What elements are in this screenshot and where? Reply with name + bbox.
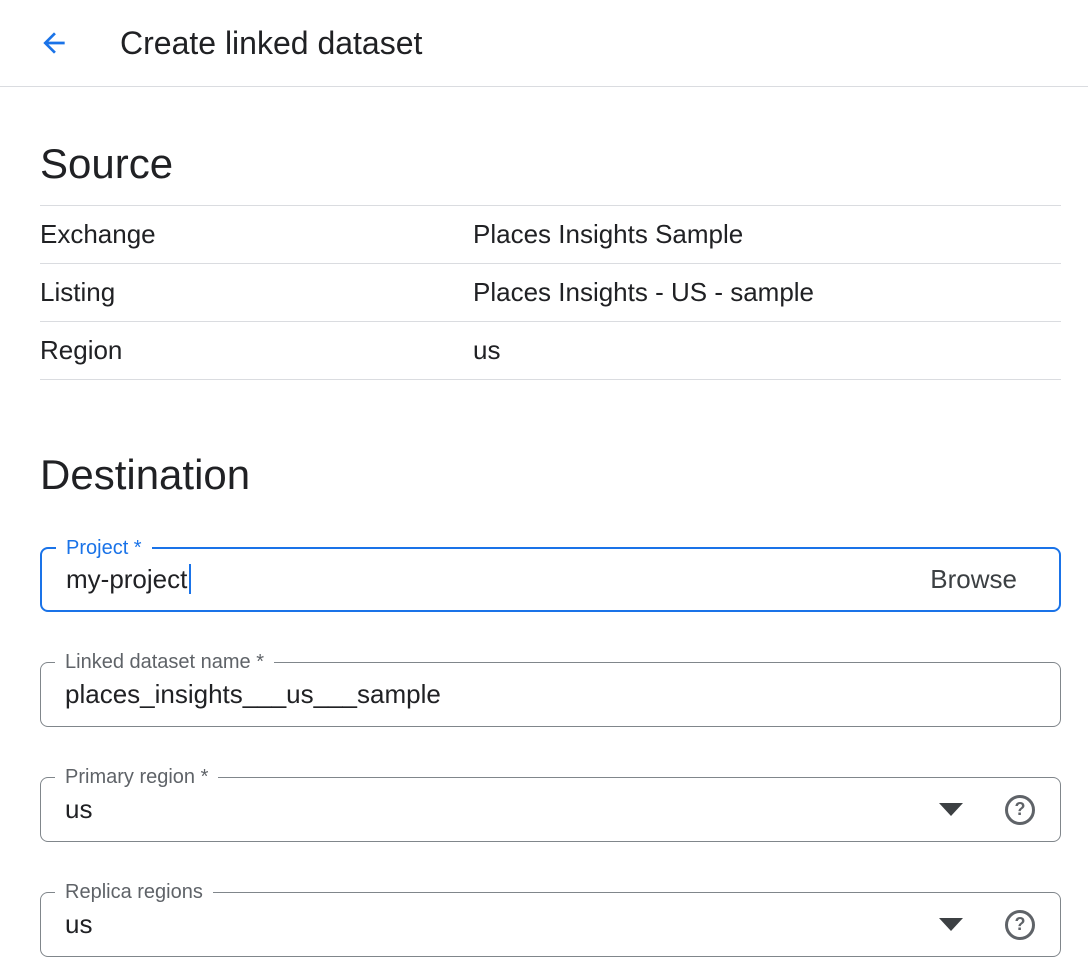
- destination-form: Project * my-project Browse Linked datas…: [40, 547, 1061, 957]
- primary-region-value: us: [65, 794, 92, 825]
- linked-dataset-name-label: Linked dataset name *: [55, 650, 274, 674]
- replica-regions-value: us: [65, 909, 92, 940]
- row-value-region: us: [473, 335, 500, 366]
- table-row: Listing Places Insights - US - sample: [40, 264, 1061, 322]
- project-field-label: Project *: [56, 536, 152, 560]
- row-label-exchange: Exchange: [40, 219, 473, 250]
- row-value-listing: Places Insights - US - sample: [473, 277, 814, 308]
- browse-button[interactable]: Browse: [930, 564, 1017, 595]
- table-row: Region us: [40, 322, 1061, 380]
- arrow-drop-down-icon[interactable]: [939, 803, 963, 816]
- main-content: Source Exchange Places Insights Sample L…: [0, 87, 1088, 957]
- source-heading: Source: [40, 87, 1061, 205]
- destination-heading: Destination: [40, 380, 1061, 500]
- linked-dataset-name-input[interactable]: places_insights___us___sample: [65, 679, 441, 710]
- row-label-region: Region: [40, 335, 473, 366]
- arrow-drop-down-icon[interactable]: [939, 918, 963, 931]
- arrow-back-icon: [38, 27, 70, 59]
- primary-region-label: Primary region *: [55, 765, 218, 789]
- primary-region-select[interactable]: Primary region * us ?: [40, 777, 1061, 842]
- linked-dataset-name-field[interactable]: Linked dataset name * places_insights___…: [40, 662, 1061, 727]
- replica-regions-select[interactable]: Replica regions us ?: [40, 892, 1061, 957]
- page-header: Create linked dataset: [0, 0, 1088, 87]
- project-field[interactable]: Project * my-project Browse: [40, 547, 1061, 612]
- replica-regions-label: Replica regions: [55, 880, 213, 904]
- table-row: Exchange Places Insights Sample: [40, 206, 1061, 264]
- row-label-listing: Listing: [40, 277, 473, 308]
- row-value-exchange: Places Insights Sample: [473, 219, 743, 250]
- text-caret: [189, 564, 191, 594]
- page-title: Create linked dataset: [120, 25, 422, 62]
- help-icon[interactable]: ?: [1005, 795, 1035, 825]
- back-button[interactable]: [32, 21, 76, 65]
- source-info-table: Exchange Places Insights Sample Listing …: [40, 205, 1061, 380]
- help-icon[interactable]: ?: [1005, 910, 1035, 940]
- project-input[interactable]: my-project: [66, 564, 191, 595]
